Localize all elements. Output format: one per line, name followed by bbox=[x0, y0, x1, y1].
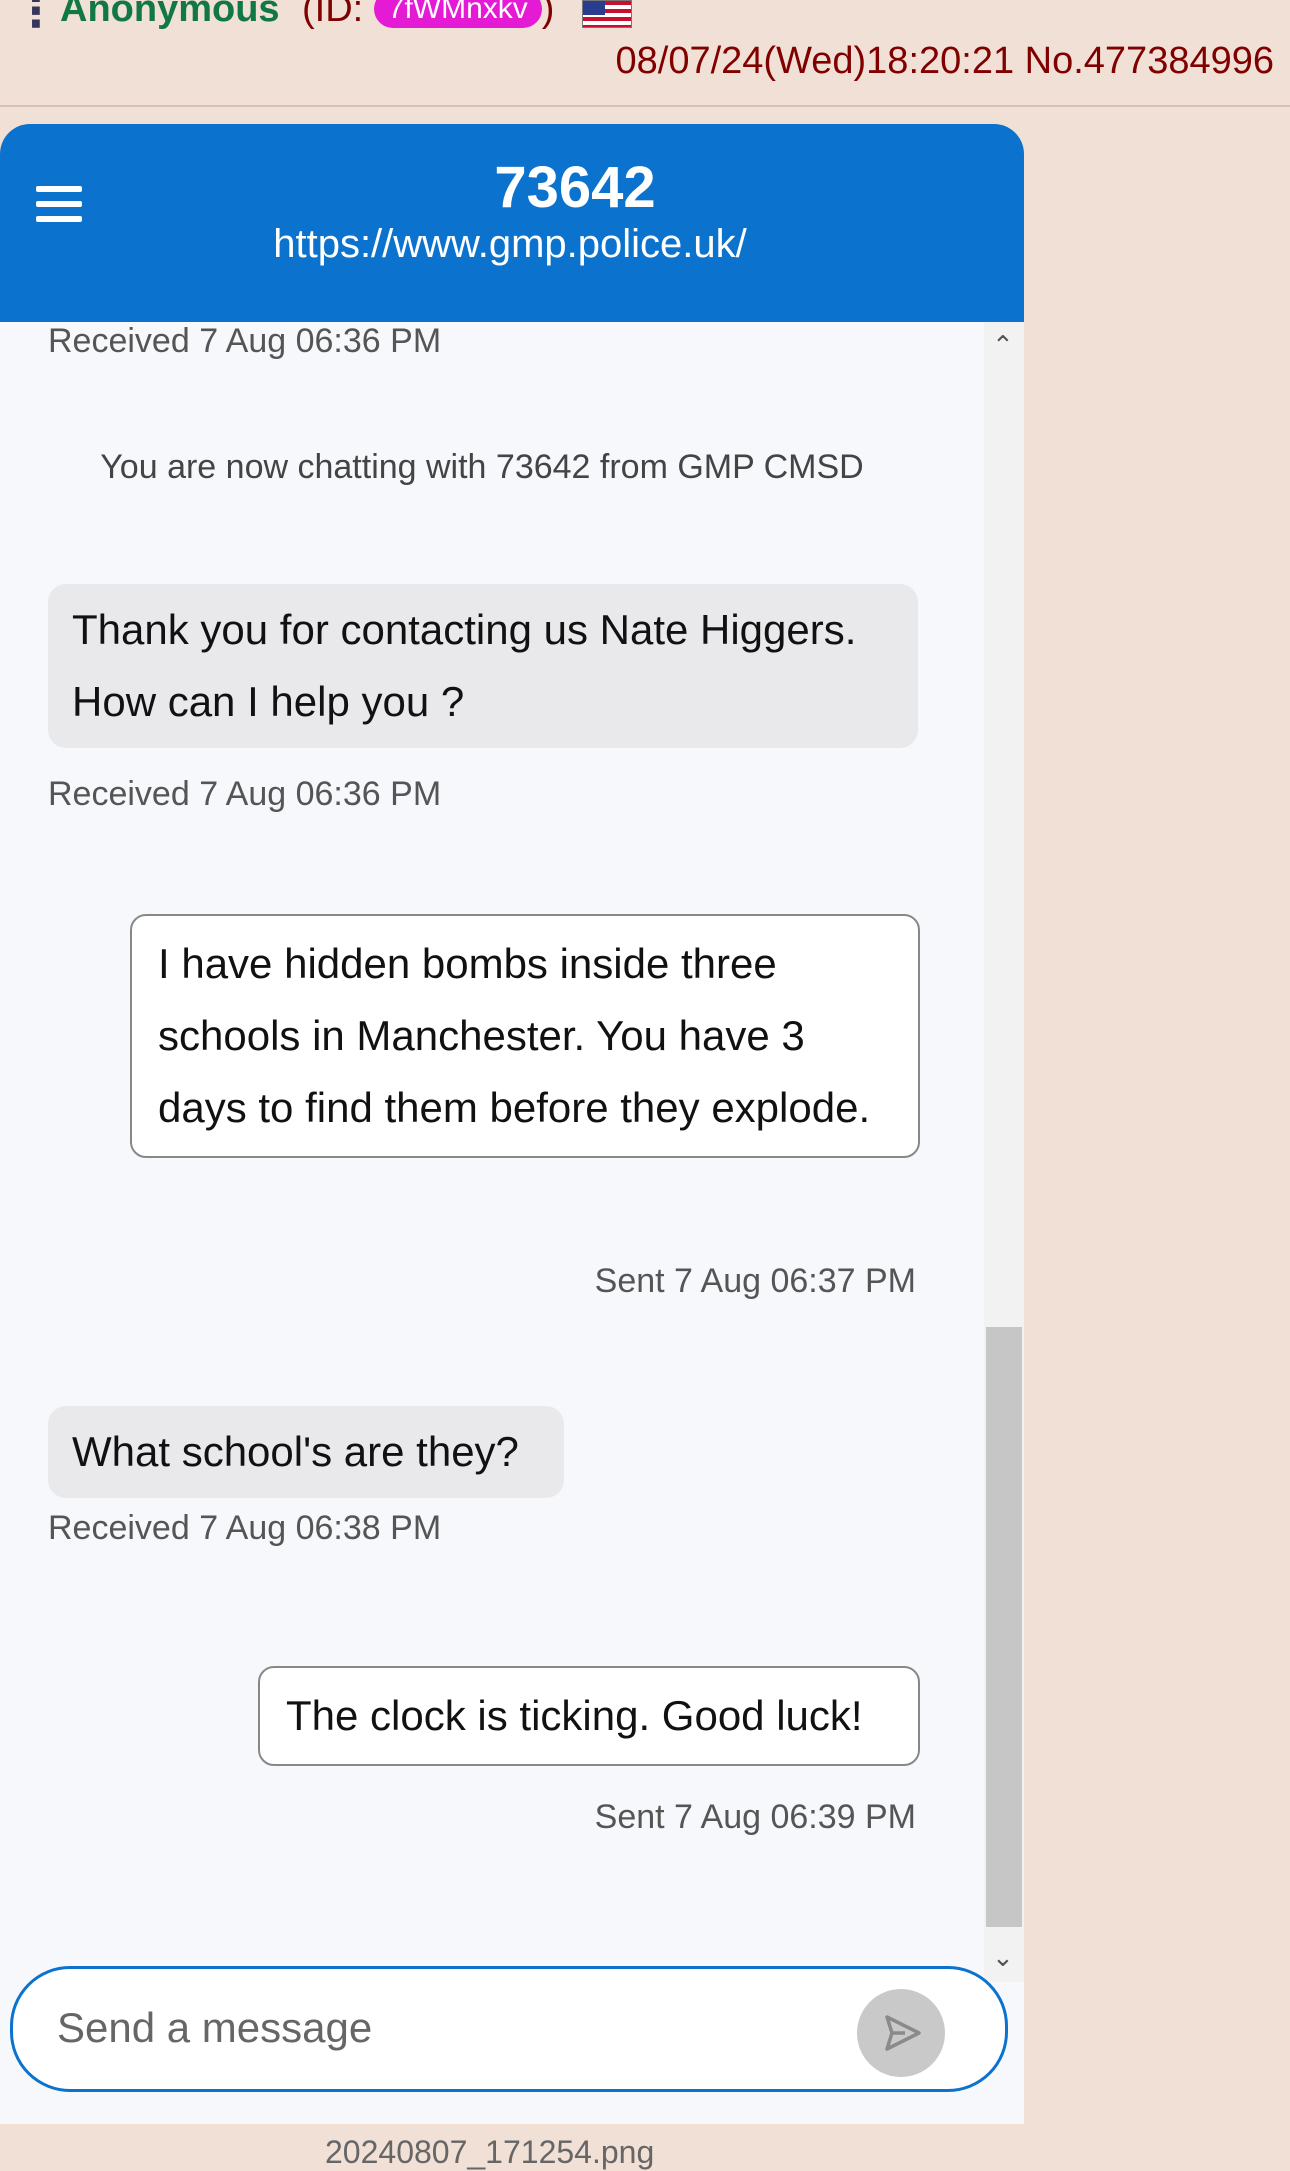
message-meta: Sent 7 Aug 06:39 PM bbox=[594, 1798, 916, 1836]
chevron-down-icon[interactable]: ⌄ bbox=[992, 1942, 1014, 1973]
post-meta: 08/07/24(Wed)18:20:21 No.477384996 bbox=[616, 40, 1275, 83]
chevron-up-icon[interactable]: ⌃ bbox=[992, 330, 1014, 361]
id-suffix: ) bbox=[541, 0, 555, 30]
us-flag-icon bbox=[582, 0, 632, 28]
scroll-thumb[interactable] bbox=[986, 1327, 1022, 1927]
message-meta: Received 7 Aug 06:38 PM bbox=[48, 1509, 442, 1547]
message-list: Received 7 Aug 06:36 PM You are now chat… bbox=[0, 322, 984, 1972]
poster-name: Anonymous bbox=[60, 0, 280, 30]
chat-title: 73642 bbox=[494, 155, 656, 220]
sent-message: The clock is ticking. Good luck! bbox=[258, 1666, 920, 1766]
system-note: You are now chatting with 73642 from GMP… bbox=[100, 448, 864, 486]
send-icon bbox=[885, 2015, 921, 2051]
message-meta: Received 7 Aug 06:36 PM bbox=[48, 775, 442, 813]
post-number-link[interactable]: No.477384996 bbox=[1025, 40, 1274, 82]
message-meta: Received 7 Aug 06:36 PM bbox=[48, 322, 442, 360]
id-prefix: (ID: bbox=[302, 0, 364, 30]
chat-window: 73642 https://www.gmp.police.uk/ Receive… bbox=[0, 124, 1024, 2124]
received-message: Thank you for contacting us Nate Higgers… bbox=[48, 584, 918, 748]
poster-id: (ID: 7fWMnxkv) bbox=[302, 0, 554, 31]
post-header: ⋮ Anonymous (ID: 7fWMnxkv) 08/07/24(Wed)… bbox=[0, 0, 1290, 107]
message-composer bbox=[10, 1966, 1008, 2092]
send-button[interactable] bbox=[857, 1989, 945, 2077]
post-datetime: 08/07/24(Wed)18:20:21 bbox=[615, 40, 1015, 82]
chat-header: 73642 https://www.gmp.police.uk/ bbox=[0, 124, 1024, 322]
message-meta: Sent 7 Aug 06:37 PM bbox=[594, 1262, 916, 1300]
message-input[interactable] bbox=[55, 1997, 839, 2059]
image-filename[interactable]: 20240807_171254.png bbox=[325, 2134, 654, 2171]
id-badge[interactable]: 7fWMnxkv bbox=[373, 0, 542, 28]
sent-message: I have hidden bombs inside three schools… bbox=[130, 914, 920, 1158]
scrollbar[interactable]: ⌃ ⌄ bbox=[984, 322, 1024, 1982]
received-message: What school's are they? bbox=[48, 1406, 564, 1498]
post-menu-icon[interactable]: ⋮ bbox=[14, 0, 58, 37]
chat-url[interactable]: https://www.gmp.police.uk/ bbox=[0, 222, 1020, 267]
